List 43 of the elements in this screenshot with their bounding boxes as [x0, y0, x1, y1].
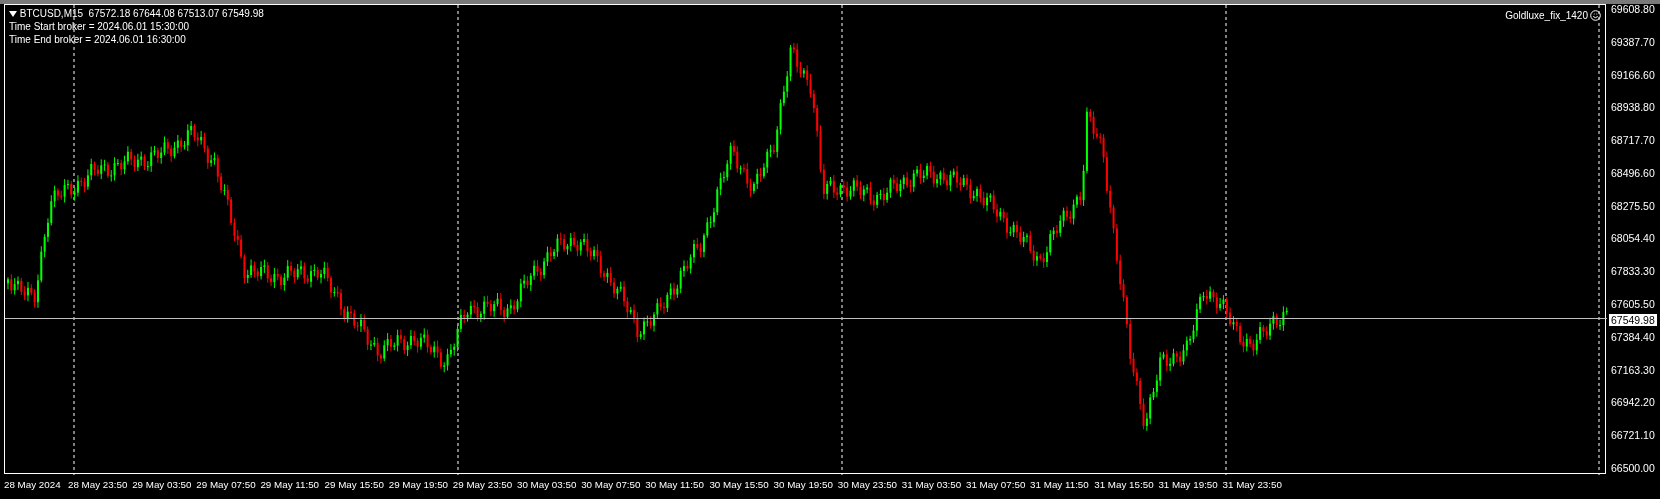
price-label: 68717.70: [1611, 134, 1656, 147]
price-label: 68938.80: [1611, 101, 1656, 114]
price-label: 67605.50: [1611, 298, 1656, 311]
price-label: 69608.80: [1611, 3, 1656, 15]
symbol-label: BTCUSD,M15: [19, 7, 84, 20]
price-label: 68275.50: [1611, 199, 1656, 212]
dropdown-icon[interactable]: [9, 10, 17, 17]
time-label: 30 May 15:50: [709, 478, 770, 492]
time-label: 29 May 15:50: [324, 478, 385, 492]
price-label: 68054.40: [1611, 232, 1656, 245]
time-label: 29 May 11:50: [260, 478, 321, 492]
price-label: 68496.60: [1611, 166, 1656, 179]
expert-name: Goldluxe_fix_1420: [1505, 9, 1588, 23]
time-label: 31 May 19:50: [1158, 478, 1219, 492]
price-label: 66721.10: [1611, 429, 1656, 442]
time-label: 31 May 03:50: [901, 478, 963, 492]
info-text: Time Start broker = 2024.06.01 15:30:00: [9, 21, 190, 32]
current-price-tag: 67549.98: [1609, 314, 1657, 326]
time-label: 31 May 11:50: [1030, 478, 1090, 492]
smiley-icon[interactable]: [1590, 10, 1601, 21]
time-label: 30 May 11:50: [645, 478, 705, 492]
price-label: 66942.20: [1611, 396, 1656, 409]
price-label: 66500.00: [1611, 461, 1656, 474]
time-label: 30 May 19:50: [773, 478, 834, 492]
price-label: 67384.40: [1611, 330, 1656, 343]
time-label: 30 May 23:50: [837, 478, 899, 492]
price-label: 67833.30: [1611, 265, 1656, 278]
time-label: 31 May 07:50: [965, 478, 1027, 492]
time-label: 29 May 03:50: [132, 478, 193, 492]
time-label: 30 May 07:50: [581, 478, 642, 492]
time-label: 31 May 15:50: [1094, 478, 1155, 492]
time-label: 29 May 23:50: [452, 478, 514, 492]
price-label: 69387.70: [1611, 35, 1656, 48]
time-label: 31 May 23:50: [1222, 478, 1283, 492]
price-label: 69166.60: [1611, 68, 1656, 81]
time-label: 30 May 03:50: [517, 478, 578, 492]
time-label: 28 May 2024: [4, 478, 62, 492]
info-text: Time End broker = 2024.06.01 16:30:00: [9, 34, 186, 45]
time-label: 29 May 19:50: [388, 478, 450, 492]
time-label: 28 May 23:50: [68, 478, 129, 492]
price-label: 67163.30: [1611, 363, 1656, 376]
ohlc-values: 67572.18 67644.08 67513.07 67549.98: [88, 7, 264, 20]
time-label: 29 May 07:50: [196, 478, 257, 492]
